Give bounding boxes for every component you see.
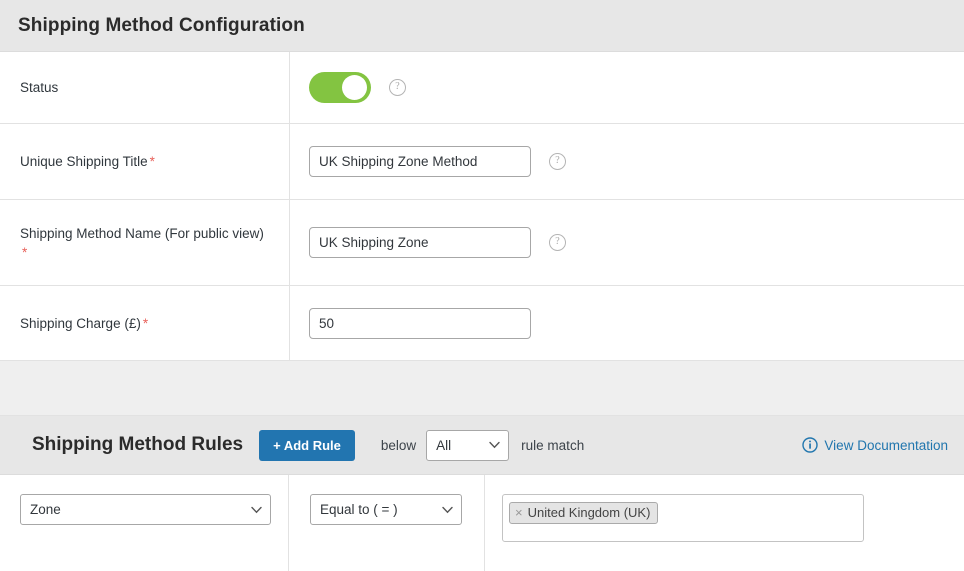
page-title: Shipping Method Configuration <box>18 14 305 36</box>
toggle-knob <box>342 75 367 100</box>
help-icon-unique-shipping-title[interactable]: ? <box>549 153 566 170</box>
field-cell-shipping-method-name: ? <box>290 200 964 285</box>
required-asterisk: * <box>142 315 149 331</box>
rule-match-label: rule match <box>521 437 585 453</box>
label-cell-shipping-method-name: Shipping Method Name (For public view) * <box>0 200 290 285</box>
section-spacer <box>0 360 964 416</box>
rule-match-select[interactable]: All <box>426 429 510 461</box>
tag-item[interactable]: × United Kingdom (UK) <box>509 502 659 524</box>
help-icon-shipping-method-name[interactable]: ? <box>549 234 566 251</box>
label-cell-status: Status <box>0 52 290 123</box>
rules-section-title: Shipping Method Rules <box>32 434 244 455</box>
form-row-shipping-charge: Shipping Charge (£) * <box>0 286 964 360</box>
view-documentation-link[interactable]: View Documentation <box>802 437 948 453</box>
field-cell-shipping-charge <box>290 286 964 360</box>
shipping-method-configuration-page: Shipping Method Configuration Status ? U… <box>0 0 964 571</box>
rule-row: Zone Equal to ( = ) × United Kingdom (UK… <box>0 475 964 571</box>
shipping-method-name-label-text: Shipping Method Name (For public view) <box>20 225 264 241</box>
form-row-status: Status ? <box>0 52 964 124</box>
rule-attribute-cell: Zone <box>0 475 289 571</box>
rule-operator-cell: Equal to ( = ) <box>289 475 485 571</box>
required-asterisk: * <box>22 244 28 260</box>
shipping-method-name-label: Shipping Method Name (For public view) * <box>20 224 273 262</box>
tag-label: United Kingdom (UK) <box>527 505 651 520</box>
rule-attribute-select[interactable]: Zone <box>20 494 271 525</box>
label-cell-shipping-charge: Shipping Charge (£) * <box>0 286 290 360</box>
rule-value-tag-input[interactable]: × United Kingdom (UK) <box>502 494 864 542</box>
view-documentation-label: View Documentation <box>824 437 948 453</box>
field-cell-status: ? <box>290 52 964 123</box>
form-row-shipping-method-name: Shipping Method Name (For public view) *… <box>0 200 964 286</box>
required-asterisk: * <box>149 154 155 169</box>
shipping-charge-label: Shipping Charge (£) * <box>20 314 148 333</box>
shipping-charge-input[interactable] <box>309 307 531 339</box>
panel-header: Shipping Method Configuration <box>0 0 964 52</box>
info-circle-icon <box>802 437 819 453</box>
status-label: Status <box>20 80 59 95</box>
help-icon-status[interactable]: ? <box>389 79 406 96</box>
shipping-method-name-input[interactable] <box>309 227 531 258</box>
rule-operator-select-wrapper[interactable]: Equal to ( = ) <box>310 494 462 525</box>
unique-shipping-title-label: Unique Shipping Title * <box>20 152 155 171</box>
status-toggle[interactable] <box>309 72 371 103</box>
field-cell-unique-shipping-title: ? <box>290 124 964 199</box>
rule-attribute-select-wrapper[interactable]: Zone <box>20 494 271 525</box>
rule-value-cell: × United Kingdom (UK) <box>485 475 964 571</box>
unique-shipping-title-label-text: Unique Shipping Title <box>20 154 148 169</box>
label-cell-unique-shipping-title: Unique Shipping Title * <box>0 124 290 199</box>
tag-remove-icon[interactable]: × <box>515 506 523 519</box>
shipping-charge-label-text: Shipping Charge (£) <box>20 315 141 331</box>
rule-operator-select[interactable]: Equal to ( = ) <box>310 494 462 525</box>
unique-shipping-title-input[interactable] <box>309 146 531 177</box>
below-label: below <box>380 437 417 453</box>
add-rule-button[interactable]: + Add Rule <box>259 429 355 461</box>
form-row-unique-shipping-title: Unique Shipping Title* ? <box>0 124 964 200</box>
configuration-form: Status ? Unique Shipping Title* ? Shippi… <box>0 52 964 360</box>
shipping-method-rules-header: Shipping Method Rules + Add Rule below A… <box>0 416 964 475</box>
rule-match-select-wrapper[interactable]: All <box>426 429 510 461</box>
